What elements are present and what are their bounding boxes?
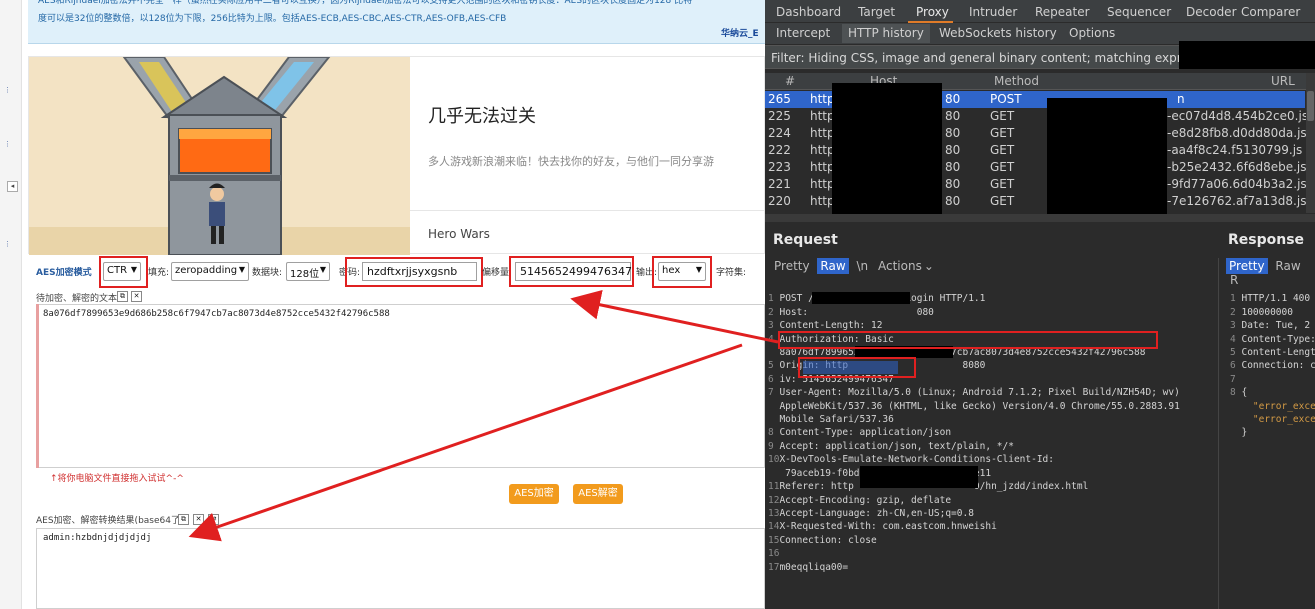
arrow-to-offset	[570, 290, 779, 344]
arrow-to-result	[188, 343, 743, 542]
annotation-arrows	[188, 290, 779, 542]
